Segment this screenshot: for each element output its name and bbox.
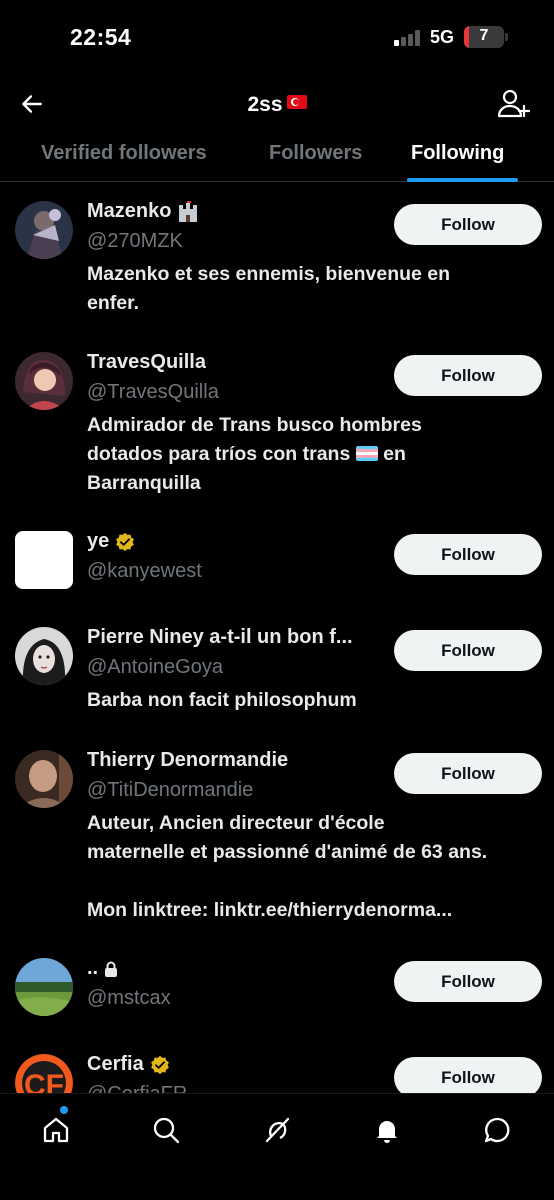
nav-notifications[interactable] — [367, 1110, 407, 1150]
turkey-flag-icon — [286, 95, 307, 109]
user-handle: @TitiDenormandie — [87, 779, 254, 801]
following-list: Mazenko @270MZK Mazenko et ses ennemis, … — [0, 183, 554, 1093]
verified-icon — [116, 532, 135, 551]
display-name: Pierre Niney a-t-il un bon f... — [87, 626, 353, 648]
follow-button[interactable]: Follow — [394, 630, 542, 671]
battery-level: 7 — [479, 27, 489, 44]
avatar[interactable] — [15, 627, 73, 685]
active-tab-indicator — [407, 178, 518, 182]
svg-text:CF: CF — [24, 1069, 64, 1093]
nav-home[interactable] — [36, 1110, 76, 1150]
notification-dot — [60, 1106, 68, 1114]
name-line: ye — [87, 530, 135, 553]
tab-bar: Verified followers Followers Following — [0, 130, 554, 182]
name-line: TravesQuilla — [87, 351, 206, 374]
tab-following[interactable]: Following — [411, 142, 504, 165]
network-type: 5G — [430, 27, 455, 47]
avatar[interactable]: CF — [15, 1054, 73, 1093]
display-name: Cerfia — [87, 1053, 144, 1075]
user-handle: @mstcax — [87, 987, 171, 1009]
user-bio: Barba non facit philosophum — [87, 689, 357, 711]
user-handle: @270MZK — [87, 230, 183, 252]
display-name: ye — [87, 530, 110, 552]
list-item[interactable]: CF Cerfia @CerfiaFR Follow — [0, 1036, 554, 1093]
home-icon — [43, 1117, 69, 1143]
status-time: 22:54 — [70, 24, 132, 50]
list-item[interactable]: .. @mstcax Follow — [0, 940, 554, 1036]
tab-followers[interactable]: Followers — [269, 142, 362, 165]
list-item[interactable]: Mazenko @270MZK Mazenko et ses ennemis, … — [0, 183, 554, 333]
follow-button[interactable]: Follow — [394, 1057, 542, 1093]
follow-button[interactable]: Follow — [394, 355, 542, 396]
bottom-nav — [0, 1093, 554, 1200]
name-line: Thierry Denormandie — [87, 749, 288, 772]
battery-tip — [505, 33, 508, 41]
user-handle: @kanyewest — [87, 560, 202, 582]
list-item[interactable]: Pierre Niney a-t-il un bon f... @Antoine… — [0, 609, 554, 731]
list-item[interactable]: ye @kanyewest Follow — [0, 513, 554, 609]
status-bar: 22:54 5G 7 — [0, 0, 554, 76]
lock-icon — [105, 961, 118, 977]
nav-grok[interactable] — [257, 1110, 297, 1150]
search-icon — [153, 1117, 180, 1144]
name-line: Mazenko — [87, 200, 199, 223]
transgender-flag-icon — [355, 446, 378, 461]
tab-verified-followers[interactable]: Verified followers — [41, 142, 207, 165]
user-handle: @CerfiaFR — [87, 1083, 187, 1093]
add-user-icon — [497, 89, 531, 118]
name-line: .. — [87, 957, 118, 980]
grok-icon — [265, 1117, 290, 1143]
display-name: Mazenko — [87, 200, 172, 222]
avatar[interactable] — [15, 958, 73, 1016]
chat-bubble-icon — [484, 1117, 510, 1143]
profile-name: 2ss — [247, 93, 283, 116]
user-handle: @AntoineGoya — [87, 656, 223, 678]
name-line: Cerfia — [87, 1053, 170, 1076]
avatar[interactable] — [15, 531, 73, 589]
verified-icon — [150, 1055, 169, 1074]
avatar[interactable] — [15, 750, 73, 808]
nav-messages[interactable] — [478, 1110, 518, 1150]
bell-icon — [377, 1121, 397, 1143]
name-line: Pierre Niney a-t-il un bon f... — [87, 626, 353, 649]
signal-icon — [394, 30, 422, 46]
display-name: .. — [87, 957, 99, 979]
user-handle: @TravesQuilla — [87, 381, 219, 403]
user-bio: Mazenko et ses ennemis, bienvenue en enf… — [87, 263, 451, 314]
nav-search[interactable] — [146, 1110, 186, 1150]
follow-button[interactable]: Follow — [394, 534, 542, 575]
user-bio: Admirador de Trans busco hombres dotados… — [87, 411, 547, 498]
follow-button[interactable]: Follow — [394, 961, 542, 1002]
user-bio: Auteur, Ancien directeur d'école materne… — [87, 812, 488, 921]
add-user-button[interactable] — [496, 86, 532, 122]
display-name: TravesQuilla — [87, 351, 206, 373]
profile-title: 2ss — [0, 93, 554, 117]
list-item[interactable]: TravesQuilla @TravesQuilla Admirador de … — [0, 334, 554, 514]
avatar[interactable] — [15, 352, 73, 410]
avatar[interactable] — [15, 201, 73, 259]
battery-icon: 7 — [464, 26, 504, 48]
castle-emoji-icon — [179, 200, 198, 222]
list-item[interactable]: Thierry Denormandie @TitiDenormandie Aut… — [0, 732, 554, 940]
follow-button[interactable]: Follow — [394, 204, 542, 245]
follow-button[interactable]: Follow — [394, 753, 542, 794]
display-name: Thierry Denormandie — [87, 749, 289, 771]
